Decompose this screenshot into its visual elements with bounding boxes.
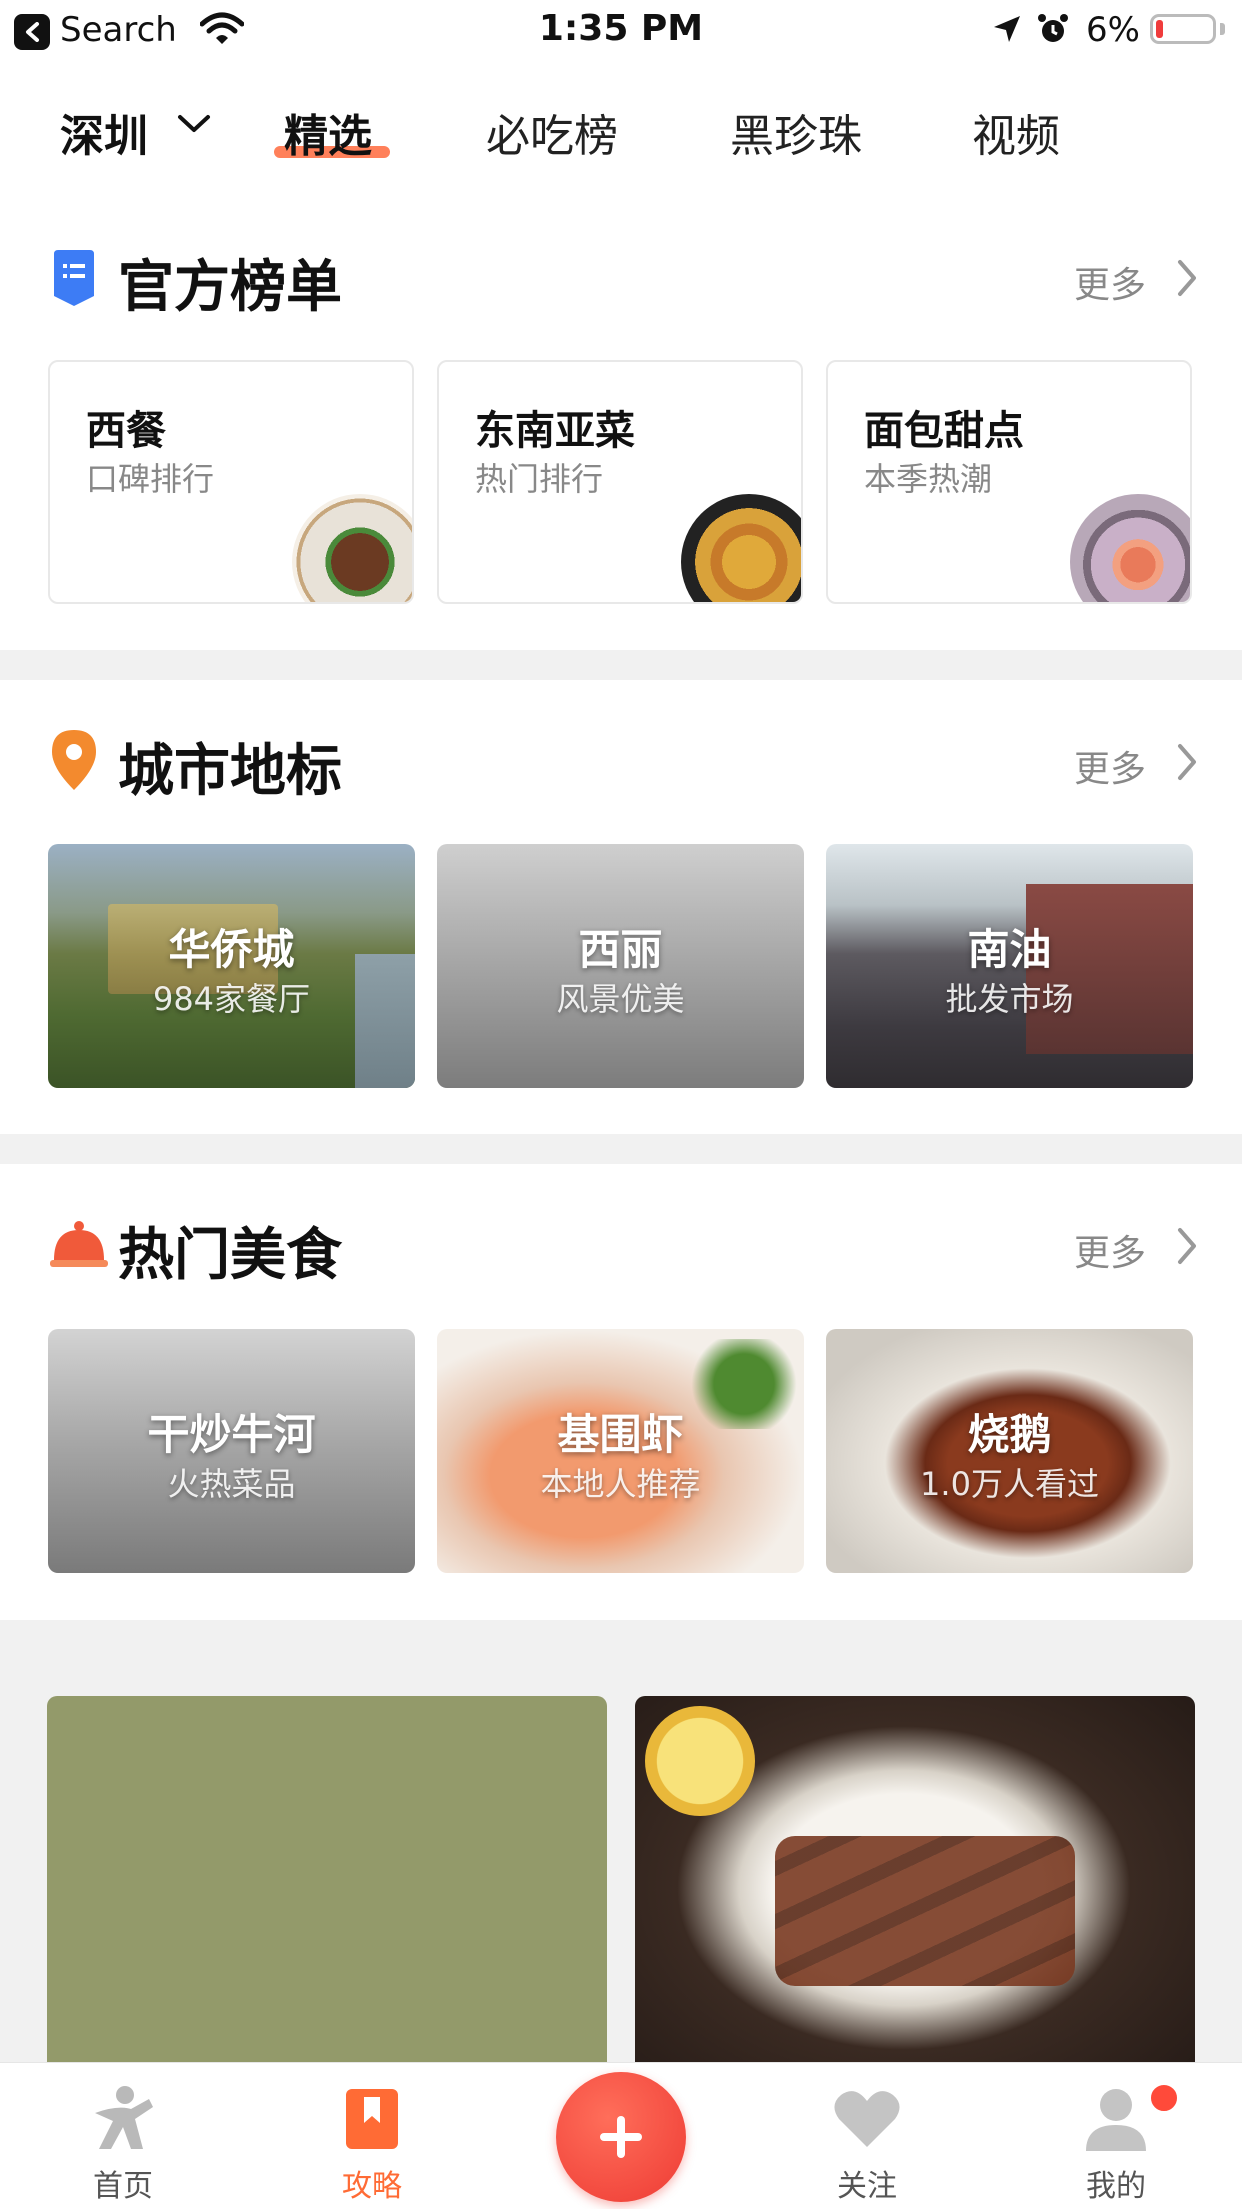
tab-label: 我的 <box>1086 2169 1146 2204</box>
landmark-tile-xili[interactable]: 西丽 风景优美 <box>437 844 804 1088</box>
city-landmarks-more[interactable]: 更多 <box>1074 740 1146 792</box>
card-title: 东南亚菜 <box>475 408 635 454</box>
heart-icon <box>831 2083 903 2155</box>
tab-featured[interactable]: 精选 <box>284 100 372 164</box>
food-cloche-icon <box>50 1220 108 1272</box>
chevron-right-icon[interactable] <box>1176 742 1198 786</box>
card-subtitle: 热门排行 <box>475 460 604 498</box>
battery-percent: 6% <box>1086 10 1140 50</box>
food-tile-beef-ho-fun[interactable]: 干炒牛河 火热菜品 <box>48 1329 415 1573</box>
feed-card-skewers[interactable] <box>635 1696 1195 2096</box>
card-title: 面包甜点 <box>864 408 1024 454</box>
city-selector[interactable]: 深圳 <box>60 100 148 164</box>
notification-dot <box>1148 2082 1180 2114</box>
list-card-southeast-asian[interactable]: 东南亚菜 热门排行 <box>437 360 803 604</box>
tab-label: 攻略 <box>342 2169 402 2204</box>
card-title: 西餐 <box>86 408 166 454</box>
landmark-tile-nanyou[interactable]: 南油 批发市场 <box>826 844 1193 1088</box>
feed-card-placeholder[interactable] <box>47 1696 607 2096</box>
tile-subtitle: 本地人推荐 <box>540 1465 701 1503</box>
status-bar: Search 1:35 PM 6% <box>0 0 1242 62</box>
list-bookmark-icon <box>50 250 98 310</box>
tile-title: 烧鹅 <box>967 1410 1052 1459</box>
battery-tip <box>1220 23 1225 35</box>
section-divider <box>0 1134 1242 1164</box>
chevron-right-icon[interactable] <box>1176 1226 1198 1270</box>
tab-label: 关注 <box>837 2169 897 2204</box>
location-pin-icon <box>50 730 98 794</box>
tile-title: 基围虾 <box>557 1410 684 1459</box>
card-subtitle: 本季热潮 <box>864 460 993 498</box>
tile-title: 华侨城 <box>168 925 295 974</box>
tab-guide[interactable]: 攻略 <box>272 2063 472 2209</box>
official-lists-title: 官方榜单 <box>118 255 342 320</box>
skewer-shape <box>775 1836 1075 1986</box>
profile-icon <box>1080 2083 1152 2155</box>
location-arrow-icon <box>992 14 1022 48</box>
tab-black-pearl[interactable]: 黑珍珠 <box>730 100 862 164</box>
chevron-right-icon[interactable] <box>1176 258 1198 302</box>
food-tile-shrimp[interactable]: 基围虾 本地人推荐 <box>437 1329 804 1573</box>
chevron-down-icon[interactable] <box>176 112 212 140</box>
popular-food-title: 热门美食 <box>118 1223 342 1288</box>
lemon-shape <box>645 1706 755 1816</box>
noodle-dish-image <box>681 494 801 602</box>
tile-subtitle: 批发市场 <box>945 980 1074 1018</box>
list-card-bakery[interactable]: 面包甜点 本季热潮 <box>826 360 1192 604</box>
tab-mine[interactable]: 我的 <box>1016 2063 1216 2209</box>
tile-subtitle: 1.0万人看过 <box>920 1465 1099 1503</box>
battery-icon <box>1150 14 1216 44</box>
dessert-dish-image <box>1070 494 1190 602</box>
alarm-icon <box>1036 12 1070 50</box>
food-tile-roast-goose[interactable]: 烧鹅 1.0万人看过 <box>826 1329 1193 1573</box>
tab-home[interactable]: 首页 <box>23 2063 223 2209</box>
tile-subtitle: 984家餐厅 <box>152 980 311 1018</box>
tab-must-eat[interactable]: 必吃榜 <box>486 100 618 164</box>
plus-icon <box>600 2116 642 2158</box>
tile-title: 西丽 <box>578 925 663 974</box>
list-card-western[interactable]: 西餐 口碑排行 <box>48 360 414 604</box>
tile-subtitle: 风景优美 <box>556 980 685 1018</box>
section-divider <box>0 650 1242 680</box>
card-subtitle: 口碑排行 <box>86 460 215 498</box>
tab-follow[interactable]: 关注 <box>767 2063 967 2209</box>
add-post-button[interactable] <box>556 2072 686 2202</box>
landmark-tile-huaqiaocheng[interactable]: 华侨城 984家餐厅 <box>48 844 415 1088</box>
official-lists-more[interactable]: 更多 <box>1074 256 1146 308</box>
tab-label: 首页 <box>93 2169 153 2204</box>
guide-bookmark-icon <box>336 2083 408 2155</box>
tile-title: 干炒牛河 <box>147 1410 316 1459</box>
tab-video[interactable]: 视频 <box>972 100 1060 164</box>
tile-title: 南油 <box>967 925 1052 974</box>
city-landmarks-title: 城市地标 <box>118 739 342 804</box>
home-figure-icon <box>87 2083 159 2155</box>
popular-food-more[interactable]: 更多 <box>1074 1224 1146 1276</box>
tile-subtitle: 火热菜品 <box>167 1465 296 1503</box>
steak-dish-image <box>292 494 412 602</box>
